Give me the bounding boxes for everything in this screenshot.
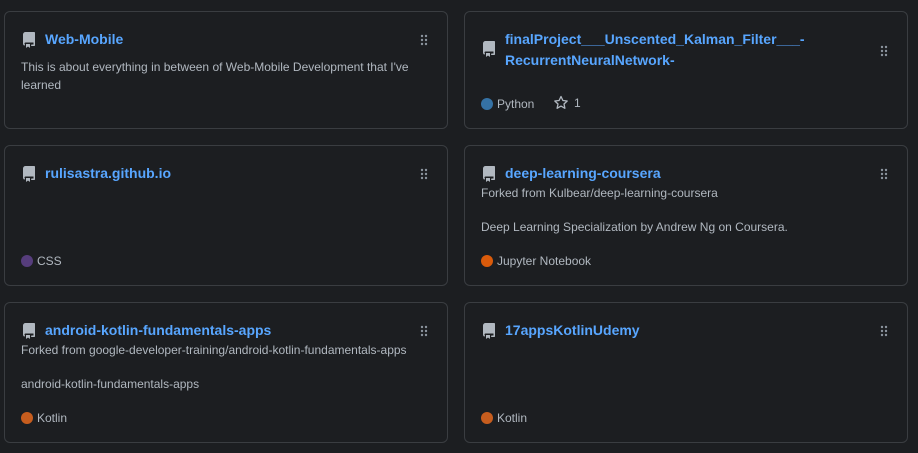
language-name: Kotlin bbox=[37, 411, 68, 425]
repo-name-line1: finalProject___Unscented_Kalman_Filter__… bbox=[505, 31, 805, 47]
repo-card-17apps: 17appsKotlinUdemy Kotlin bbox=[464, 302, 908, 443]
forked-from-text[interactable]: Forked from Kulbear/deep-learning-course… bbox=[481, 184, 718, 202]
repo-link-deep-learning[interactable]: deep-learning-coursera bbox=[505, 163, 661, 184]
repo-icon bbox=[22, 32, 35, 48]
repo-card-final-project: finalProject___Unscented_Kalman_Filter__… bbox=[464, 11, 908, 129]
pinned-repos-grid: Web-Mobile This is about everything in b… bbox=[0, 0, 918, 453]
language-color-dot bbox=[481, 412, 493, 424]
repo-link-web-mobile[interactable]: Web-Mobile bbox=[45, 29, 123, 50]
drag-handle-icon[interactable] bbox=[879, 167, 889, 181]
repo-description: This is about everything in between of W… bbox=[21, 60, 409, 92]
language-color-dot bbox=[481, 255, 493, 267]
repo-language: Kotlin bbox=[481, 410, 527, 426]
repo-link-final-project[interactable]: finalProject___Unscented_Kalman_Filter__… bbox=[505, 29, 865, 71]
star-icon bbox=[554, 95, 568, 109]
repo-forked-icon bbox=[22, 323, 35, 339]
repo-card-android-kotlin: android-kotlin-fundamentals-apps Forked … bbox=[4, 302, 448, 443]
repo-description: Deep Learning Specialization by Andrew N… bbox=[481, 220, 788, 234]
language-color-dot bbox=[21, 255, 33, 267]
repo-forked-icon bbox=[483, 166, 495, 182]
repo-card-rulisastra: rulisastra.github.io CSS bbox=[4, 145, 448, 286]
repo-name-line2: RecurrentNeuralNetwork- bbox=[505, 52, 675, 68]
repo-language: Python bbox=[481, 96, 534, 112]
repo-icon bbox=[483, 41, 495, 57]
repo-card-deep-learning: deep-learning-coursera Forked from Kulbe… bbox=[464, 145, 908, 286]
repo-language: Jupyter Notebook bbox=[481, 253, 591, 269]
language-name: Kotlin bbox=[497, 411, 528, 425]
drag-handle-icon[interactable] bbox=[879, 44, 889, 58]
repo-description: android-kotlin-fundamentals-apps bbox=[21, 377, 200, 391]
repo-icon bbox=[483, 323, 495, 339]
language-color-dot bbox=[481, 98, 493, 110]
star-count: 1 bbox=[574, 96, 581, 110]
drag-handle-icon[interactable] bbox=[419, 167, 429, 181]
repo-language: CSS bbox=[21, 253, 62, 269]
repo-language: Kotlin bbox=[21, 410, 67, 426]
drag-handle-icon[interactable] bbox=[419, 324, 429, 338]
language-name: Jupyter Notebook bbox=[497, 254, 592, 268]
repo-card-web-mobile: Web-Mobile This is about everything in b… bbox=[4, 11, 448, 129]
language-color-dot bbox=[21, 412, 33, 424]
drag-handle-icon[interactable] bbox=[879, 324, 889, 338]
forked-from-text[interactable]: Forked from google-developer-training/an… bbox=[21, 341, 407, 359]
repo-link-17apps[interactable]: 17appsKotlinUdemy bbox=[505, 320, 640, 341]
language-name: CSS bbox=[37, 254, 62, 268]
repo-link-android-kotlin[interactable]: android-kotlin-fundamentals-apps bbox=[45, 320, 271, 341]
repo-stars-link[interactable]: 1 bbox=[553, 95, 581, 111]
repo-link-rulisastra[interactable]: rulisastra.github.io bbox=[45, 163, 171, 184]
repo-icon bbox=[22, 166, 35, 182]
language-name: Python bbox=[497, 97, 535, 111]
drag-handle-icon[interactable] bbox=[419, 33, 429, 47]
